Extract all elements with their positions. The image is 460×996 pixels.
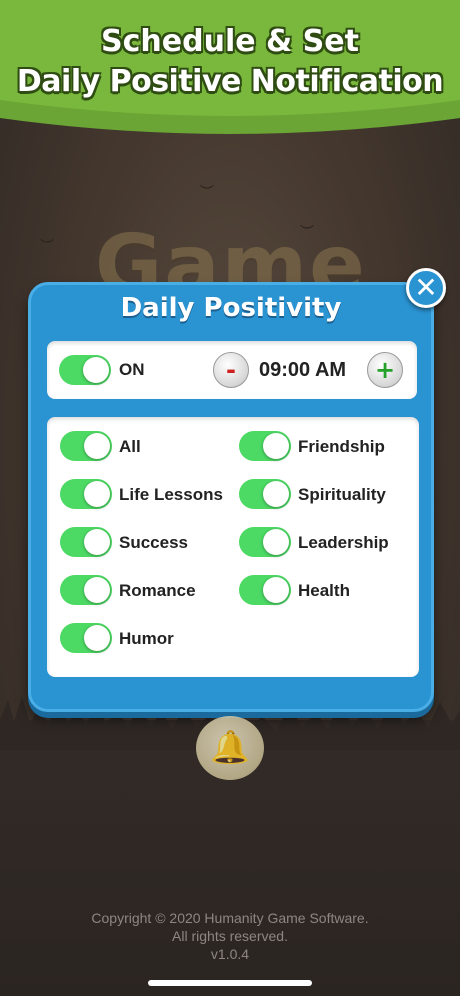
plus-icon: + <box>374 356 396 384</box>
version-text: v1.0.4 <box>210 946 250 962</box>
bird-decoration: ︶ <box>200 185 214 201</box>
home-indicator[interactable] <box>148 980 312 986</box>
category-toggle-health[interactable] <box>239 575 291 605</box>
category-label-health: Health <box>298 581 350 600</box>
master-toggle[interactable] <box>59 355 111 385</box>
category-label-life-lessons: Life Lessons <box>119 485 223 504</box>
category-toggle-life-lessons[interactable] <box>60 479 112 509</box>
category-toggle-spirituality[interactable] <box>239 479 291 509</box>
category-label-leadership: Leadership <box>298 533 389 552</box>
schedule-panel: ON - 09:00 AM + <box>47 341 417 399</box>
category-label-humor: Humor <box>119 629 174 648</box>
close-icon: ✕ <box>414 271 438 304</box>
time-decrease-button[interactable]: - <box>213 352 249 388</box>
time-increase-button[interactable]: + <box>367 352 403 388</box>
category-label-spirituality: Spirituality <box>298 485 386 504</box>
category-toggle-friendship[interactable] <box>239 431 291 461</box>
category-label-success: Success <box>119 533 188 552</box>
dialog-title: Daily Positivity <box>120 293 342 323</box>
category-label-friendship: Friendship <box>298 437 385 456</box>
header-banner: Schedule & Set Daily Positive Notificati… <box>0 0 460 150</box>
minus-icon: - <box>226 356 236 384</box>
master-toggle-label: ON <box>119 360 145 379</box>
category-toggle-romance[interactable] <box>60 575 112 605</box>
category-toggle-leadership[interactable] <box>239 527 291 557</box>
bell-icon: 🔔 <box>210 728 250 766</box>
close-button[interactable]: ✕ <box>406 268 446 308</box>
bell-button[interactable]: 🔔 <box>196 716 264 780</box>
daily-positivity-dialog: Daily Positivity ON - 09:00 AM + All Lif… <box>28 282 434 712</box>
copyright-text: Copyright © 2020 Humanity Game Software. <box>91 910 369 926</box>
categories-panel: All Life Lessons Success Romance Humor F… <box>47 417 419 677</box>
banner-title-line-2: Daily Positive Notification <box>16 64 444 99</box>
bird-decoration: ︶ <box>40 239 54 255</box>
category-label-romance: Romance <box>119 581 196 600</box>
banner-title-line-1: Schedule & Set <box>101 24 359 59</box>
bird-decoration: ︶ <box>300 225 314 241</box>
category-label-all: All <box>119 437 141 456</box>
category-toggle-success[interactable] <box>60 527 112 557</box>
rights-text: All rights reserved. <box>172 928 288 944</box>
notification-time: 09:00 AM <box>259 359 347 381</box>
category-toggle-all[interactable] <box>60 431 112 461</box>
category-toggle-humor[interactable] <box>60 623 112 653</box>
